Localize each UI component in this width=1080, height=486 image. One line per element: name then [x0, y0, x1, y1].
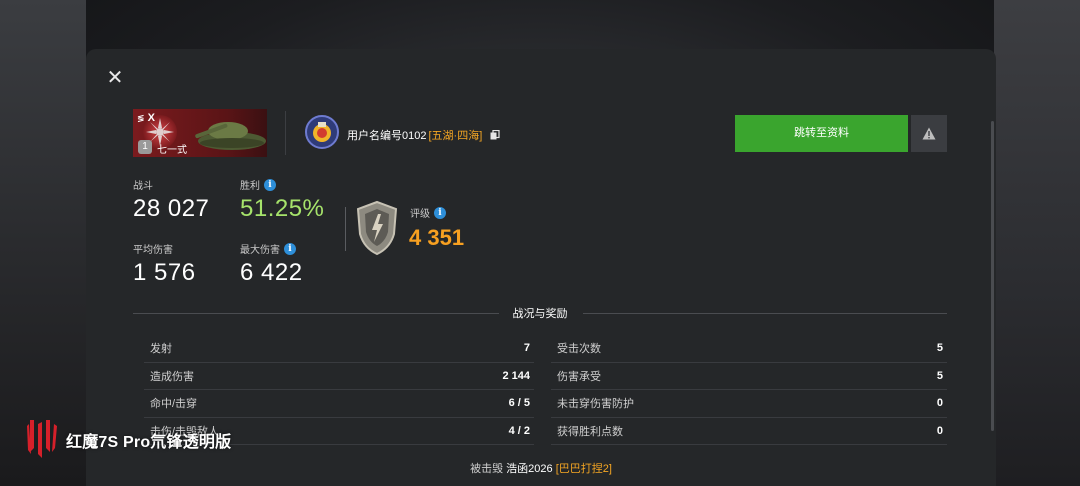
clan-tag[interactable]: [五湖·四海] — [428, 127, 482, 143]
red-magic-logo-icon — [27, 420, 57, 458]
avg-damage-stat: 平均伤害 1 576 — [133, 241, 196, 287]
go-to-profile-button[interactable]: 跳转至资料 — [735, 115, 908, 152]
max-damage-label: 最大伤害 i — [240, 241, 303, 256]
scrollbar[interactable] — [991, 121, 994, 431]
max-damage-value: 6 422 — [240, 259, 303, 286]
rating-label-wrap: 评级 i — [410, 205, 446, 220]
rating-value: 4 351 — [409, 225, 465, 250]
battles-stat: 战斗 28 027 — [133, 177, 209, 223]
rating-label: 评级 — [410, 209, 430, 220]
battle-stats-table: 发射 7 造成伤害 2 144 命中/击穿 6 / 5 击伤/击毁敌人 4 / … — [144, 335, 947, 445]
rating-divider — [345, 207, 346, 251]
battles-value: 28 027 — [133, 195, 210, 222]
info-icon[interactable]: i — [264, 178, 276, 191]
clan-avatar[interactable] — [305, 115, 339, 149]
avg-damage-label: 平均伤害 — [133, 245, 173, 256]
header-divider — [285, 111, 286, 155]
killed-by-prefix: 被击毁 — [470, 463, 504, 475]
table-row: 未击穿伤害防护 0 — [551, 390, 947, 418]
table-row: 发射 7 — [144, 335, 534, 363]
table-row: 伤害承受 5 — [551, 363, 947, 390]
rating-shield-icon — [356, 200, 398, 256]
tank-card: ≶ X 1 七一式 — [133, 109, 267, 157]
info-icon[interactable]: i — [434, 206, 446, 219]
background-left — [0, 0, 86, 486]
tank-name: 七一式 — [157, 145, 187, 156]
report-button[interactable] — [911, 115, 947, 152]
tank-image-icon — [195, 122, 266, 150]
close-icon[interactable]: ✕ — [106, 68, 124, 88]
player-name: 用户名编号0102 [五湖·四海] — [347, 127, 500, 143]
max-damage-stat: 最大伤害 i 6 422 — [240, 241, 303, 287]
killer-name[interactable]: 浩函2026 — [506, 463, 552, 475]
winrate-label: 胜利 i — [240, 177, 324, 192]
battles-label: 战斗 — [133, 181, 153, 192]
background-right — [994, 0, 1080, 486]
table-row: 命中/击穿 6 / 5 — [144, 390, 534, 418]
table-row: 获得胜利点数 0 — [551, 418, 947, 445]
avg-damage-value: 1 576 — [133, 259, 196, 286]
winrate-value: 51.25% — [240, 195, 325, 222]
device-watermark: 红魔7S Pro氘锋透明版 — [26, 418, 231, 462]
table-row: 造成伤害 2 144 — [144, 363, 534, 390]
info-icon[interactable]: i — [284, 242, 296, 255]
copy-icon[interactable] — [490, 130, 500, 140]
killed-by-line: 被击毁 浩函2026 [巴巴打捏2] — [86, 460, 996, 476]
warning-icon — [922, 127, 936, 140]
watermark-text: 红魔7S Pro氘锋透明版 — [66, 434, 232, 451]
killer-clan-tag[interactable]: [巴巴打捏2] — [556, 463, 612, 475]
username: 用户名编号0102 — [347, 130, 427, 142]
section-title: 战况与奖励 — [512, 308, 568, 320]
table-row: 受击次数 5 — [551, 335, 947, 363]
tier-label: ≶ X — [137, 112, 155, 124]
winrate-stat: 胜利 i 51.25% — [240, 177, 324, 223]
stats-column-right: 受击次数 5 伤害承受 5 未击穿伤害防护 0 获得胜利点数 0 — [551, 335, 947, 445]
tank-level-badge: 1 — [138, 140, 152, 154]
